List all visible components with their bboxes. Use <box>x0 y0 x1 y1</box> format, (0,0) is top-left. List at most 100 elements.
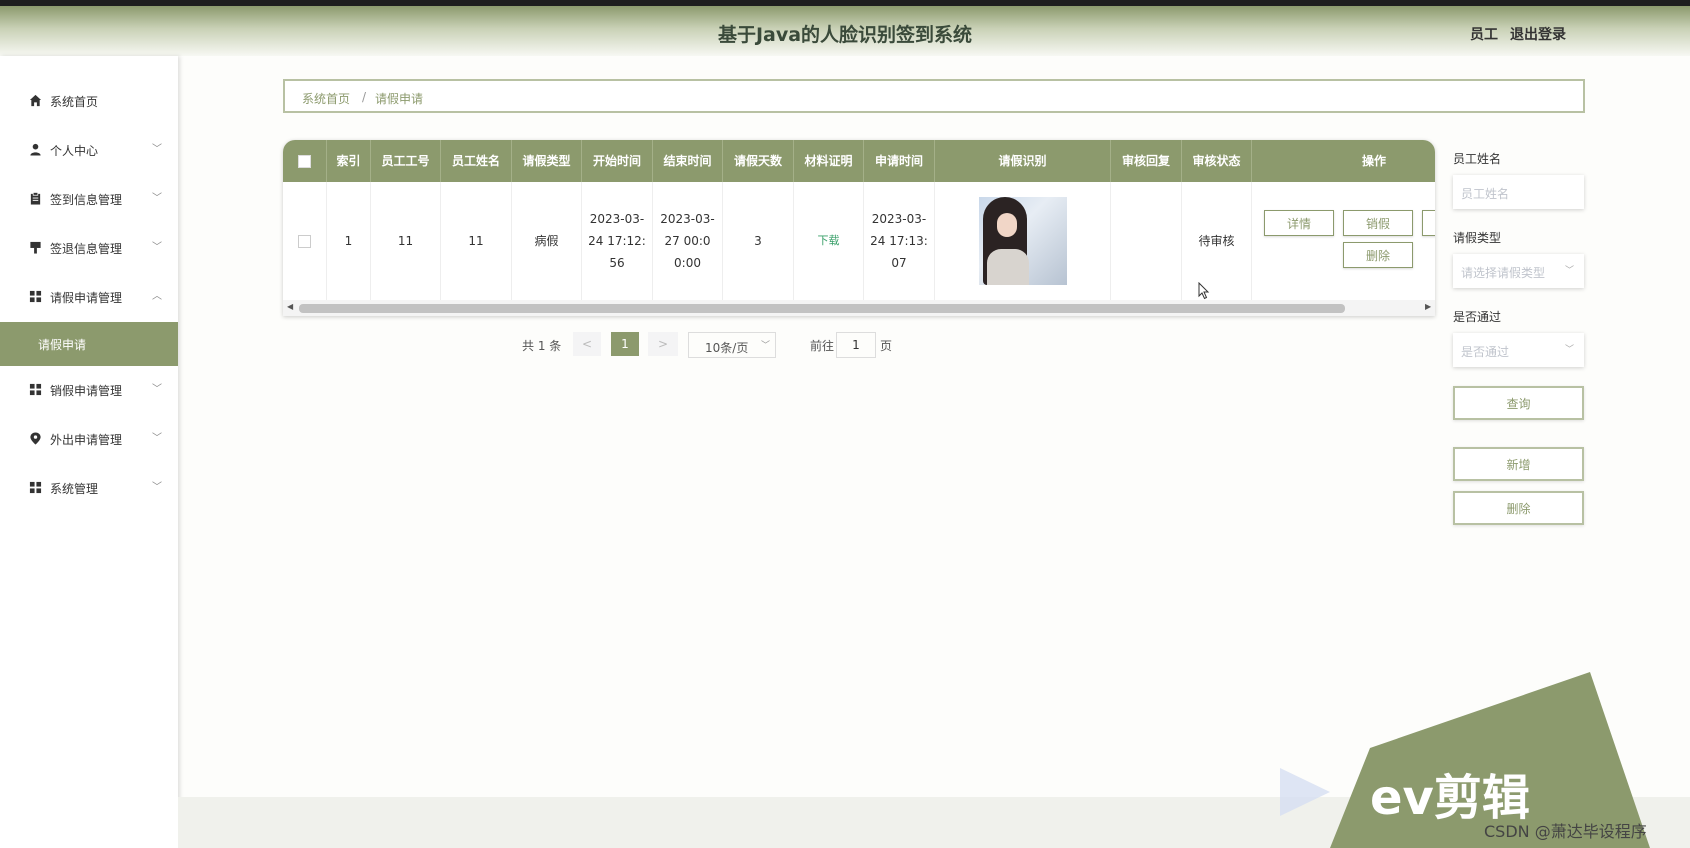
cell-start-time: 2023-03-24 17:12:56 <box>582 182 653 300</box>
goto-page-input[interactable]: 1 <box>836 332 876 358</box>
location-icon <box>28 431 42 445</box>
page-unit-label: 页 <box>880 339 893 353</box>
cell-end-time: 2023-03-27 00:00:00 <box>653 182 723 300</box>
user-role-label: 员工 <box>1470 27 1498 43</box>
column-header[interactable]: 开始时间 <box>582 140 653 182</box>
sidebar-item-cancel-leave-management[interactable]: 销假申请管理 ﹀ <box>0 371 178 407</box>
select-placeholder: 请选择请假类型 <box>1461 266 1546 280</box>
select-all-checkbox[interactable] <box>298 154 311 168</box>
chevron-down-icon: ﹀ <box>1565 345 1575 355</box>
column-header[interactable]: 员工姓名 <box>441 140 512 182</box>
leave-type-select[interactable]: 请选择请假类型 ﹀ <box>1453 254 1584 288</box>
pagination-next-button[interactable]: > <box>648 332 678 356</box>
breadcrumb-separator: / <box>362 90 367 104</box>
cell-leave-type: 病假 <box>512 182 582 300</box>
horizontal-scrollbar[interactable]: ◀ ▶ <box>283 300 1435 316</box>
cell-index: 1 <box>327 182 371 300</box>
sidebar: 系统首页 个人中心 ﹀ 签到信息管理 ﹀ 签退信息管理 ﹀ 请假申请管理 ︿ 请… <box>0 56 178 848</box>
scrollbar-thumb[interactable] <box>299 304 1345 313</box>
query-button[interactable]: 查询 <box>1453 386 1584 420</box>
chevron-down-icon: ﹀ <box>152 433 162 444</box>
table-header: 索引 员工工号 员工姓名 请假类型 开始时间 结束时间 请假天数 材料证明 申请… <box>283 140 1435 182</box>
detail-button[interactable]: 详情 <box>1264 210 1334 236</box>
sidebar-item-system-management[interactable]: 系统管理 ﹀ <box>0 469 178 505</box>
column-header[interactable]: 请假类型 <box>512 140 582 182</box>
chevron-up-icon: ︿ <box>152 291 162 302</box>
breadcrumb-home-link[interactable]: 系统首页 <box>302 90 350 107</box>
logout-link[interactable]: 退出登录 <box>1510 24 1566 44</box>
pagination-prev-button[interactable]: < <box>573 332 601 356</box>
scroll-left-icon[interactable]: ◀ <box>287 302 293 311</box>
column-header[interactable]: 索引 <box>327 140 371 182</box>
sidebar-item-leave-management[interactable]: 请假申请管理 ︿ <box>0 278 178 314</box>
select-all-cell <box>283 140 327 182</box>
column-header[interactable]: 审核回复 <box>1111 140 1182 182</box>
batch-delete-button[interactable]: 删除 <box>1453 491 1584 525</box>
column-header[interactable]: 请假识别 <box>935 140 1111 182</box>
grid-icon <box>28 480 42 494</box>
app-title: 基于Java的人脸识别签到系统 <box>717 24 973 46</box>
sidebar-item-label: 销假申请管理 <box>50 384 123 398</box>
face-photo[interactable] <box>978 197 1067 285</box>
chevron-down-icon: ﹀ <box>152 144 162 155</box>
column-header[interactable]: 申请时间 <box>864 140 935 182</box>
grid-icon <box>28 289 42 303</box>
filter-pass-label: 是否通过 <box>1453 310 1502 324</box>
cell-emp-name: 11 <box>441 182 512 300</box>
cell-status: 待审核 <box>1182 182 1252 300</box>
sidebar-item-outing-management[interactable]: 外出申请管理 ﹀ <box>0 420 178 456</box>
leave-table: 索引 员工工号 员工姓名 请假类型 开始时间 结束时间 请假天数 材料证明 申请… <box>283 140 1435 316</box>
photo-body <box>986 249 1029 285</box>
sidebar-subitem-leave-application[interactable]: 请假申请 <box>0 322 178 366</box>
pagination-total: 共 1 条 <box>522 339 562 353</box>
more-action-button[interactable] <box>1422 210 1435 236</box>
input-placeholder: 员工姓名 <box>1461 187 1510 201</box>
sidebar-item-label: 系统首页 <box>50 95 99 109</box>
sidebar-item-checkin-management[interactable]: 签到信息管理 ﹀ <box>0 180 178 216</box>
mouse-cursor-icon <box>1198 282 1210 300</box>
sidebar-item-label: 系统管理 <box>50 482 99 496</box>
cell-emp-no: 11 <box>371 182 441 300</box>
filter-name-label: 员工姓名 <box>1453 152 1502 166</box>
cell-material: 下载 <box>794 182 864 300</box>
row-checkbox[interactable] <box>298 234 311 248</box>
column-header[interactable]: 请假天数 <box>723 140 794 182</box>
chevron-down-icon: ﹀ <box>152 242 162 253</box>
chevron-down-icon: ﹀ <box>1565 266 1575 276</box>
sidebar-item-personal-center[interactable]: 个人中心 ﹀ <box>0 131 178 167</box>
chevron-down-icon: ﹀ <box>152 193 162 204</box>
delete-row-button[interactable]: 删除 <box>1343 242 1413 268</box>
stamp-icon <box>28 240 42 254</box>
page-size-select[interactable]: 10条/页 ﹀ <box>688 332 776 358</box>
chevron-down-icon: ﹀ <box>761 341 771 351</box>
download-link[interactable]: 下载 <box>818 230 840 252</box>
row-select-cell <box>283 182 327 300</box>
sidebar-item-label: 个人中心 <box>50 144 99 158</box>
sidebar-item-checkout-management[interactable]: 签退信息管理 ﹀ <box>0 229 178 265</box>
column-header[interactable]: 结束时间 <box>653 140 723 182</box>
pass-status-select[interactable]: 是否通过 ﹀ <box>1453 333 1584 367</box>
cell-days: 3 <box>723 182 794 300</box>
sidebar-item-label: 外出申请管理 <box>50 433 123 447</box>
pagination-page-1[interactable]: 1 <box>611 332 639 356</box>
column-header[interactable]: 材料证明 <box>794 140 864 182</box>
employee-name-input[interactable]: 员工姓名 <box>1453 175 1584 209</box>
column-header[interactable]: 员工工号 <box>371 140 441 182</box>
breadcrumb-current: 请假申请 <box>375 92 424 106</box>
column-header[interactable]: 操作 <box>1252 140 1435 182</box>
sidebar-item-home[interactable]: 系统首页 <box>0 82 178 118</box>
goto-label: 前往 <box>810 339 835 353</box>
cell-actions <box>1252 182 1435 300</box>
breadcrumb: 系统首页 / 请假申请 <box>283 79 1585 113</box>
select-placeholder: 是否通过 <box>1461 345 1510 359</box>
grid-icon <box>28 382 42 396</box>
scroll-right-icon[interactable]: ▶ <box>1425 302 1431 311</box>
sidebar-item-label: 签到信息管理 <box>50 193 123 207</box>
photo-face <box>996 213 1017 237</box>
sidebar-subitem-label: 请假申请 <box>38 338 87 352</box>
cancel-leave-button[interactable]: 销假 <box>1343 210 1413 236</box>
column-header[interactable]: 审核状态 <box>1182 140 1252 182</box>
home-icon <box>28 93 42 107</box>
cell-face-photo <box>935 182 1111 300</box>
add-button[interactable]: 新增 <box>1453 447 1584 481</box>
